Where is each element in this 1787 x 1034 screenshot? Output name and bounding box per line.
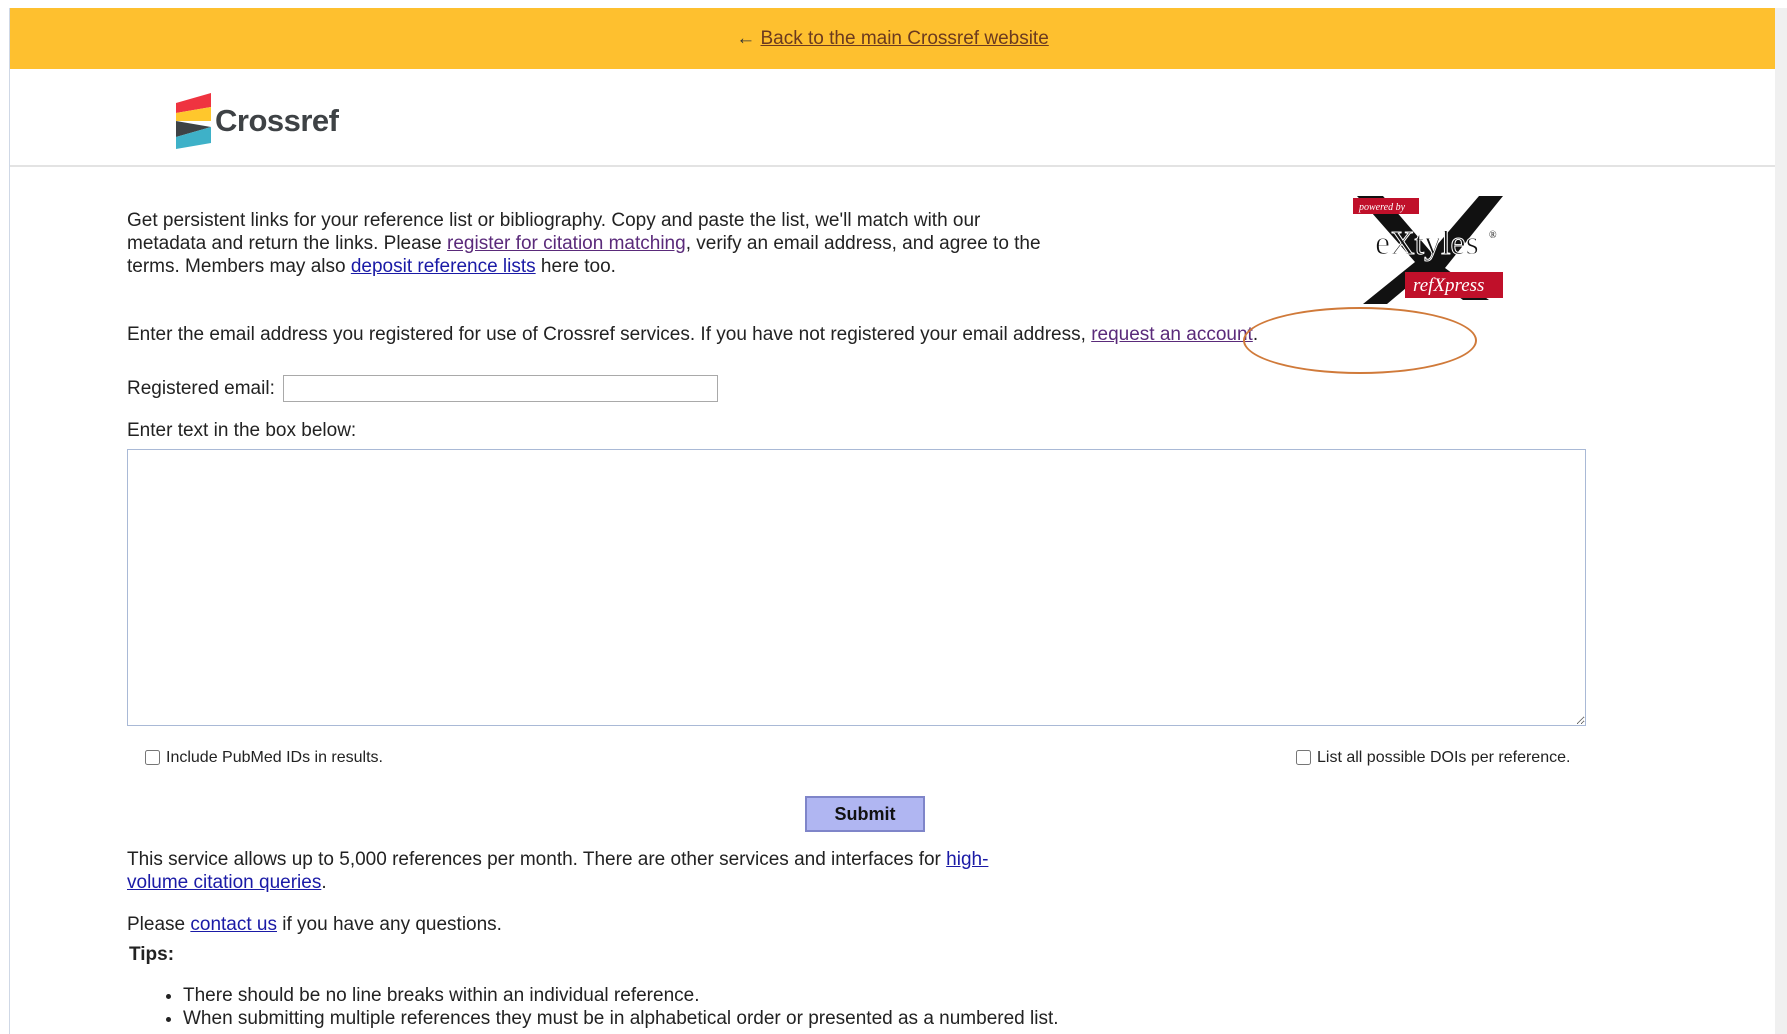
- all-dois-checkbox-label: List all possible DOIs per reference.: [1317, 749, 1571, 766]
- contact-text: Please contact us if you have any questi…: [127, 913, 502, 936]
- service-limit-text-end: .: [321, 872, 327, 893]
- extyles-wordmark: eXtyles: [1375, 225, 1479, 262]
- annotation-circle: [1243, 307, 1477, 374]
- reference-box-label: Enter text in the box below:: [127, 420, 357, 441]
- request-account-link[interactable]: request an account: [1091, 324, 1253, 345]
- submit-button[interactable]: Submit: [805, 796, 925, 832]
- intro-text-3: here too.: [535, 256, 616, 277]
- intro-paragraph: Get persistent links for your reference …: [127, 209, 1062, 278]
- register-citation-matching-link[interactable]: register for citation matching: [447, 233, 686, 254]
- all-dois-checkbox[interactable]: [1296, 750, 1311, 765]
- email-instructions-text: Enter the email address you registered f…: [127, 324, 1092, 345]
- contact-text-pre: Please: [127, 914, 191, 935]
- back-arrow-icon: ←: [736, 28, 756, 49]
- tip-item: When submitting multiple references they…: [183, 1007, 1063, 1030]
- reference-text-area[interactable]: [127, 449, 1586, 726]
- site-header: Crossref: [10, 69, 1775, 167]
- tip-item: There should be no line breaks within an…: [183, 984, 1063, 1007]
- crossref-logo[interactable]: Crossref: [171, 93, 339, 149]
- pubmed-option[interactable]: Include PubMed IDs in results.: [145, 746, 383, 769]
- extyles-refxpress: refXpress: [1413, 275, 1484, 296]
- top-banner: ← Back to the main Crossref website: [10, 8, 1775, 69]
- all-dois-option[interactable]: List all possible DOIs per reference.: [1296, 746, 1570, 769]
- back-to-main-site-link[interactable]: Back to the main Crossref website: [760, 28, 1048, 49]
- service-limit-text-body: This service allows up to 5,000 referenc…: [127, 849, 947, 870]
- registered-email-input[interactable]: [282, 375, 718, 402]
- browser-frame-left: [0, 8, 10, 1034]
- tips-heading: Tips:: [129, 944, 175, 965]
- registered-mark: ®: [1489, 230, 1497, 241]
- extyles-refxpress-logo: powered by eXtyles ® refXpress: [1353, 196, 1503, 304]
- deposit-reference-lists-link[interactable]: deposit reference lists: [351, 256, 536, 277]
- registered-email-label: Registered email:: [127, 378, 275, 399]
- service-limit-text: This service allows up to 5,000 referenc…: [127, 848, 1027, 894]
- email-instructions: Enter the email address you registered f…: [127, 323, 1258, 346]
- scrollbar[interactable]: [1773, 8, 1787, 1034]
- registered-email-row: Registered email:: [127, 375, 718, 402]
- page: ← Back to the main Crossref website Cros…: [10, 8, 1775, 1034]
- contact-text-post: if you have any questions.: [276, 914, 502, 935]
- pubmed-checkbox[interactable]: [145, 750, 160, 765]
- tips-list: There should be no line breaks within an…: [127, 984, 1063, 1030]
- extyles-powered-by: powered by: [1358, 202, 1406, 213]
- pubmed-checkbox-label: Include PubMed IDs in results.: [166, 749, 383, 766]
- crossref-logo-text: Crossref: [215, 103, 339, 138]
- browser-frame-top: [0, 0, 1787, 8]
- crossref-logo-icon: [176, 93, 211, 149]
- contact-us-link[interactable]: contact us: [190, 914, 277, 935]
